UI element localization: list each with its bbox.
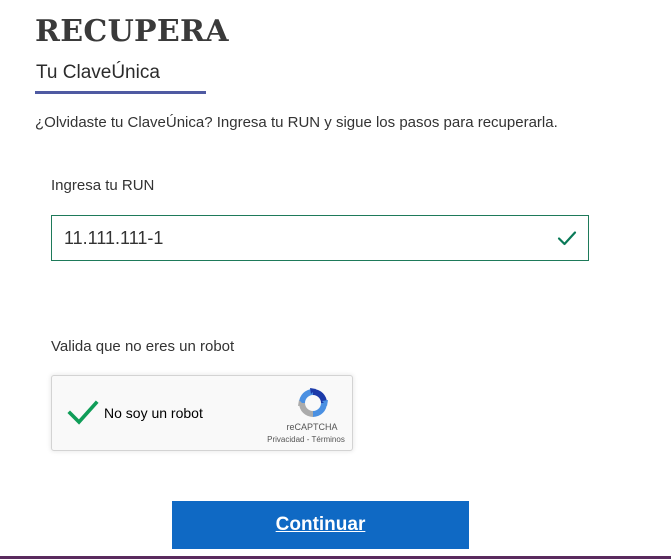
privacy-link[interactable]: Privacidad (267, 435, 304, 444)
recaptcha-brand: reCAPTCHA (286, 422, 338, 432)
run-input[interactable] (52, 216, 542, 260)
page-title: RECUPERA (35, 14, 229, 49)
checkmark-icon (67, 400, 99, 425)
recaptcha-logo-icon (298, 388, 328, 417)
recaptcha-checkbox[interactable] (67, 396, 99, 428)
recaptcha-links: Privacidad - Términos (258, 435, 354, 444)
continue-button[interactable]: Continuar (172, 501, 469, 549)
captcha-label: Valida que no eres un robot (51, 338, 235, 355)
intro-text: ¿Olvidaste tu ClaveÚnica? Ingresa tu RUN… (35, 114, 558, 131)
terms-link[interactable]: Términos (311, 435, 344, 444)
recaptcha-widget: No soy un robot reCAPTCHA Privacidad - T… (51, 375, 353, 451)
check-icon (557, 231, 577, 246)
recaptcha-checkbox-label: No soy un robot (104, 405, 203, 421)
subtitle-underline (35, 91, 206, 94)
page-subtitle: Tu ClaveÚnica (36, 62, 160, 83)
run-field[interactable] (51, 215, 589, 261)
run-label: Ingresa tu RUN (51, 177, 155, 194)
